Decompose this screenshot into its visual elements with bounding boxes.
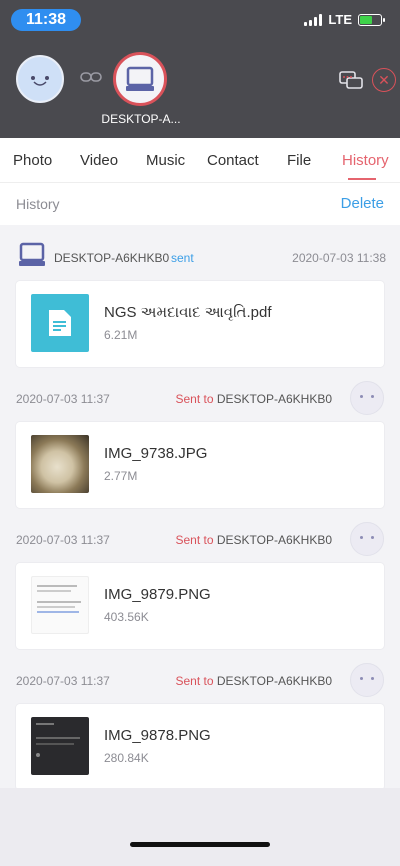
sender-device: DESKTOP-A6KHKB0	[54, 251, 170, 265]
chat-button[interactable]	[338, 68, 364, 94]
sent-status: sent	[171, 251, 194, 265]
home-indicator[interactable]	[130, 842, 270, 847]
photo-thumbnail	[31, 435, 89, 493]
tab-music[interactable]: Music	[146, 152, 185, 169]
screenshot-thumbnail	[31, 717, 89, 775]
file-card[interactable]: IMG_9878.PNG 280.84K	[16, 704, 384, 790]
sent-to-label: Sent to	[175, 533, 217, 547]
file-card[interactable]: IMG_9738.JPG 2.77M	[16, 422, 384, 508]
entry-header: 2020-07-03 11:37 Sent to DESKTOP-A6KHKB0	[16, 392, 386, 406]
status-indicators: LTE	[304, 12, 385, 27]
signal-icon	[304, 13, 323, 26]
recipient-device: DESKTOP-A6KHKB0	[216, 533, 332, 547]
network-label: LTE	[328, 12, 352, 27]
status-time: 11:38	[11, 9, 81, 31]
file-card[interactable]: NGS અમદાવાદ આવૃતિ.pdf 6.21M	[16, 281, 384, 367]
tab-video[interactable]: Video	[80, 152, 118, 169]
delete-button[interactable]: Delete	[341, 195, 384, 212]
laptop-icon	[19, 242, 45, 266]
tab-bar: Photo Video Music Contact File History	[0, 138, 400, 183]
screenshot-thumbnail	[31, 576, 89, 634]
entry-header: 2020-07-03 11:37 Sent to DESKTOP-A6KHKB0	[16, 674, 386, 688]
file-name: IMG_9879.PNG	[104, 586, 211, 603]
file-size: 403.56K	[104, 610, 149, 624]
link-icon	[80, 72, 102, 82]
tab-file[interactable]: File	[287, 152, 311, 169]
history-title: History	[16, 196, 60, 212]
battery-icon	[358, 13, 385, 26]
history-toolbar: History Delete	[0, 183, 400, 225]
file-size: 2.77M	[104, 469, 138, 483]
recipient-device: DESKTOP-A6KHKB0	[216, 392, 332, 406]
chat-icon	[339, 71, 363, 89]
entry-timestamp: 2020-07-03 11:37	[16, 533, 110, 547]
file-size: 280.84K	[104, 751, 149, 765]
device-label: DESKTOP-A...	[101, 112, 181, 126]
tab-contact[interactable]: Contact	[207, 152, 259, 169]
file-name: IMG_9738.JPG	[104, 445, 208, 462]
sent-to-label: Sent to	[175, 674, 217, 688]
tab-history[interactable]: History	[342, 152, 389, 169]
bottom-area	[0, 788, 400, 866]
file-card[interactable]: IMG_9879.PNG 403.56K	[16, 563, 384, 649]
file-name: NGS અમદાવાદ આવૃતિ.pdf	[104, 304, 272, 321]
recipient-avatar	[350, 522, 384, 556]
close-icon: ✕	[378, 71, 390, 88]
recipient-avatar	[350, 381, 384, 415]
disconnect-button[interactable]: ✕	[372, 68, 396, 92]
tab-photo[interactable]: Photo	[13, 152, 52, 169]
file-size: 6.21M	[104, 328, 138, 342]
pdf-file-icon	[31, 294, 89, 352]
device-avatar[interactable]	[113, 52, 167, 106]
sent-to-label: Sent to	[175, 392, 217, 406]
entry-timestamp: 2020-07-03 11:37	[16, 392, 110, 406]
my-avatar[interactable]	[16, 55, 64, 103]
recipient-device: DESKTOP-A6KHKB0	[216, 674, 332, 688]
history-list: DESKTOP-A6KHKB0 sent 2020-07-03 11:38 NG…	[0, 225, 400, 790]
entry-header: 2020-07-03 11:37 Sent to DESKTOP-A6KHKB0	[16, 533, 386, 547]
entry-timestamp: 2020-07-03 11:38	[292, 251, 386, 265]
laptop-icon	[126, 66, 154, 91]
file-name: IMG_9878.PNG	[104, 727, 211, 744]
app-header: 11:38 LTE DESKTOP-A... ✕	[0, 0, 400, 138]
recipient-avatar	[350, 663, 384, 697]
entry-timestamp: 2020-07-03 11:37	[16, 674, 110, 688]
active-tab-indicator	[348, 178, 376, 180]
